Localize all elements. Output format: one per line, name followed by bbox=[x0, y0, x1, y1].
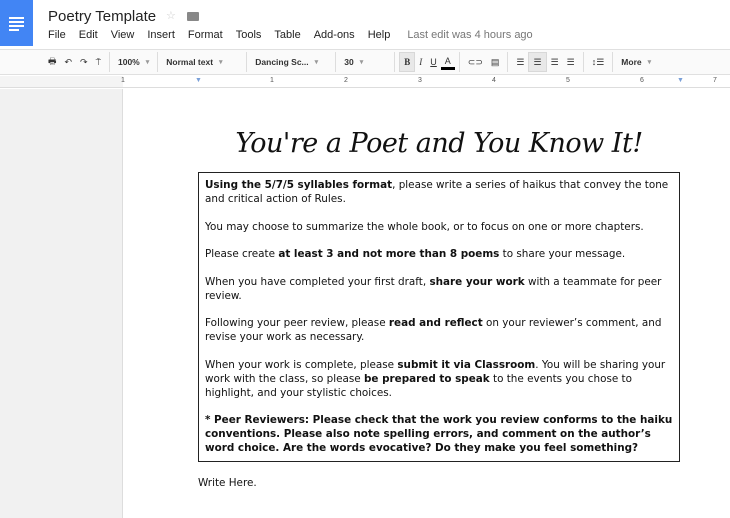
link-icon[interactable]: ⊂⊃ bbox=[464, 52, 487, 72]
text: When your work is complete, please bbox=[205, 358, 398, 371]
menu-edit[interactable]: Edit bbox=[79, 29, 98, 41]
instruction-paragraph: Using the 5/7/5 syllables format, please… bbox=[205, 178, 673, 206]
menu-format[interactable]: Format bbox=[188, 29, 223, 41]
instruction-paragraph: * Peer Reviewers: Please check that the … bbox=[205, 413, 673, 455]
instruction-paragraph: Please create at least 3 and not more th… bbox=[205, 247, 673, 261]
menu-table[interactable]: Table bbox=[274, 29, 300, 41]
print-icon[interactable]: 🖶 bbox=[44, 52, 61, 72]
ruler-label: 7 bbox=[713, 77, 717, 84]
menu-help[interactable]: Help bbox=[368, 29, 391, 41]
ruler-label: 5 bbox=[566, 77, 570, 84]
align-center-icon[interactable]: ☰ bbox=[528, 52, 547, 72]
ruler-label: 1 bbox=[121, 77, 125, 84]
line-spacing-icon[interactable]: ↕☰ bbox=[588, 52, 609, 72]
redo-icon[interactable]: ↷ bbox=[76, 52, 92, 72]
bold-text: submit it via Classroom bbox=[397, 358, 536, 371]
menu-bar: File Edit View Insert Format Tools Table… bbox=[48, 29, 546, 41]
instructions-box[interactable]: Using the 5/7/5 syllables format, please… bbox=[198, 172, 680, 462]
text-color-button[interactable]: A bbox=[440, 54, 455, 70]
undo-icon[interactable]: ↶ bbox=[61, 52, 77, 72]
ruler[interactable]: 1 ▼ 1 2 3 4 5 6 ▼ 7 bbox=[0, 76, 730, 88]
bold-text: share your work bbox=[429, 275, 525, 288]
menu-tools[interactable]: Tools bbox=[236, 29, 262, 41]
text: Please create bbox=[205, 248, 279, 260]
instruction-paragraph: When your work is complete, please submi… bbox=[205, 358, 673, 400]
ruler-label: 3 bbox=[418, 77, 422, 84]
menu-addons[interactable]: Add-ons bbox=[314, 29, 355, 41]
toolbar: 🖶 ↶ ↷ ⍑ 100% Normal text Dancing Sc... 3… bbox=[0, 49, 730, 75]
text: When you have completed your first draft… bbox=[205, 275, 430, 288]
menu-view[interactable]: View bbox=[111, 29, 135, 41]
docs-logo[interactable] bbox=[0, 0, 33, 46]
bold-button[interactable]: B bbox=[399, 52, 416, 72]
bold-text: * Peer Reviewers: Please check that the … bbox=[205, 414, 673, 454]
folder-icon[interactable] bbox=[187, 12, 199, 21]
bold-text: Using the 5/7/5 syllables format bbox=[205, 179, 393, 191]
instruction-paragraph: You may choose to summarize the whole bo… bbox=[205, 220, 673, 234]
text: to share your message. bbox=[499, 248, 626, 260]
ruler-label: 6 bbox=[640, 77, 644, 84]
font-select[interactable]: Dancing Sc... bbox=[251, 52, 331, 72]
star-icon[interactable]: ☆ bbox=[166, 9, 176, 22]
left-margin-area bbox=[0, 89, 123, 518]
align-left-icon[interactable]: ☰ bbox=[512, 52, 528, 72]
document-heading[interactable]: You're a Poet and You Know It! bbox=[198, 128, 680, 159]
instruction-paragraph: Following your peer review, please read … bbox=[205, 316, 673, 344]
comment-icon[interactable]: ▤ bbox=[487, 52, 504, 72]
text: Following your peer review, please bbox=[205, 317, 389, 329]
instruction-paragraph: When you have completed your first draft… bbox=[205, 275, 673, 303]
bold-text: at least 3 and not more than 8 poems bbox=[278, 248, 500, 260]
bold-text: be prepared to speak bbox=[363, 372, 490, 385]
ruler-label: 1 bbox=[270, 77, 274, 84]
align-right-icon[interactable]: ☰ bbox=[547, 52, 563, 72]
paint-format-icon[interactable]: ⍑ bbox=[92, 52, 105, 72]
text: You may choose to summarize the whole bo… bbox=[205, 220, 644, 233]
last-edit-link[interactable]: Last edit was 4 hours ago bbox=[407, 29, 532, 41]
menu-file[interactable]: File bbox=[48, 29, 66, 41]
italic-button[interactable]: I bbox=[415, 52, 426, 72]
document-title[interactable]: Poetry Template bbox=[48, 8, 156, 25]
ruler-label: 2 bbox=[344, 77, 348, 84]
underline-button[interactable]: U bbox=[426, 52, 441, 72]
write-here-text[interactable]: Write Here. bbox=[198, 477, 257, 489]
more-button[interactable]: More bbox=[617, 52, 655, 72]
menu-insert[interactable]: Insert bbox=[147, 29, 175, 41]
justify-icon[interactable]: ☰ bbox=[563, 52, 579, 72]
font-size-select[interactable]: 30 bbox=[340, 52, 390, 72]
style-select[interactable]: Normal text bbox=[162, 52, 242, 72]
indent-marker-icon[interactable]: ▼ bbox=[195, 77, 202, 84]
right-indent-marker-icon[interactable]: ▼ bbox=[677, 77, 684, 84]
bold-text: read and reflect bbox=[388, 317, 483, 329]
zoom-select[interactable]: 100% bbox=[114, 52, 153, 72]
ruler-label: 4 bbox=[492, 77, 496, 84]
